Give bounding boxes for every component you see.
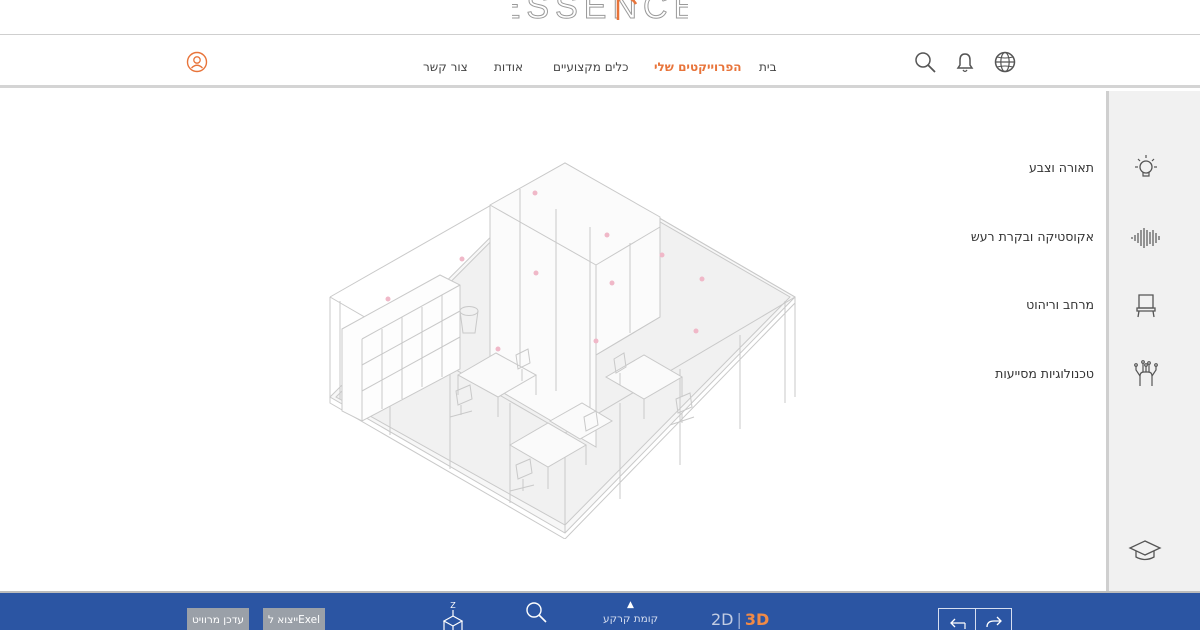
- redo-icon: [986, 616, 1002, 628]
- bottom-toolbar: עדכן מרוויט ייצוא לExel Z ▲ קומת קרקע 2D…: [0, 593, 1200, 630]
- nav-link-pro-tools[interactable]: כלים מקצועיים: [553, 60, 629, 74]
- chair-icon[interactable]: [1130, 289, 1162, 321]
- category-acoustics[interactable]: אקוסטיקה ובקרת רעש: [971, 229, 1094, 244]
- graduation-cap-icon[interactable]: [1128, 535, 1162, 565]
- lightbulb-icon[interactable]: [1130, 151, 1162, 183]
- circuit-hand-icon[interactable]: [1130, 358, 1162, 390]
- isometric-office-model[interactable]: [320, 159, 810, 539]
- axis-cube-icon[interactable]: Z: [441, 600, 465, 630]
- bell-icon[interactable]: [953, 50, 977, 74]
- 3d-viewport[interactable]: [0, 91, 1106, 591]
- svg-text:ESSENCE: ESSENCE: [512, 0, 688, 22]
- category-space-furniture[interactable]: מרחב וריהוט: [1026, 297, 1094, 312]
- update-project-button[interactable]: עדכן מרוויט: [187, 608, 249, 630]
- main-nav: בית הפרוייקטים שלי כלים מקצועיים אודות צ…: [0, 36, 1200, 88]
- essence-logo[interactable]: ESSENCE: [512, 0, 688, 22]
- undo-icon: [950, 618, 966, 629]
- category-lighting-color[interactable]: תאורה וצבע: [1029, 160, 1094, 175]
- view-2d-button[interactable]: 2D: [711, 610, 734, 629]
- nav-link-contact[interactable]: צור קשר: [423, 60, 468, 74]
- nav-link-about[interactable]: אודות: [494, 60, 523, 74]
- view-mode-toggle: 2D | 3D: [711, 610, 769, 629]
- floor-selector[interactable]: קומת קרקע: [603, 613, 658, 625]
- undo-redo-group: [938, 608, 1012, 630]
- user-icon[interactable]: [186, 51, 208, 73]
- globe-icon[interactable]: [993, 50, 1017, 74]
- zoom-icon[interactable]: [524, 600, 548, 624]
- redo-button[interactable]: [976, 609, 1013, 630]
- view-separator: |: [736, 610, 742, 629]
- nav-link-home[interactable]: בית: [759, 60, 777, 74]
- export-excel-button[interactable]: ייצוא לExel: [263, 608, 325, 630]
- search-icon[interactable]: [913, 50, 937, 74]
- nav-link-my-projects[interactable]: הפרוייקטים שלי: [654, 60, 742, 74]
- sound-wave-icon[interactable]: [1130, 222, 1162, 254]
- svg-text:Z: Z: [450, 601, 456, 610]
- view-3d-button[interactable]: 3D: [745, 610, 769, 629]
- category-assistive-tech[interactable]: טכנולוגיות מסייעות: [995, 366, 1094, 381]
- brand-bar: ESSENCE: [0, 0, 1200, 35]
- undo-button[interactable]: [939, 609, 976, 630]
- floor-up-arrow[interactable]: ▲: [627, 600, 634, 610]
